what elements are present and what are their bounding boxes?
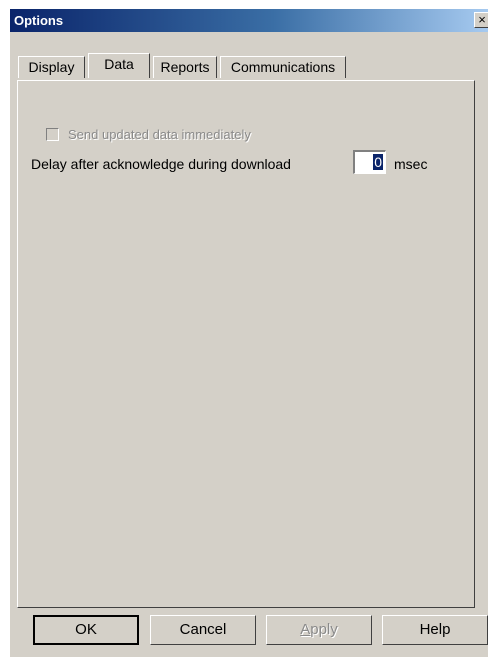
window-title: Options	[14, 13, 64, 28]
apply-accelerator: A	[300, 621, 311, 638]
send-immediately-label: Send updated data immediately	[68, 127, 251, 142]
delay-unit-label: msec	[394, 156, 428, 172]
tab-communications[interactable]: Communications	[220, 56, 346, 78]
delay-input[interactable]: 0	[353, 150, 386, 174]
send-immediately-checkbox[interactable]	[46, 128, 59, 141]
delay-value: 0	[373, 154, 383, 170]
title-bar[interactable]: Options ×	[10, 9, 488, 32]
close-icon[interactable]: ×	[474, 12, 488, 28]
tab-display[interactable]: Display	[18, 56, 85, 78]
help-button[interactable]: Help	[382, 615, 488, 645]
tab-reports[interactable]: Reports	[153, 56, 217, 78]
data-tab-panel: Send updated data immediately Delay afte…	[17, 80, 475, 608]
apply-button[interactable]: Apply	[266, 615, 372, 645]
apply-label-rest: pply	[310, 621, 338, 638]
ok-button[interactable]: OK	[33, 615, 139, 645]
delay-label: Delay after acknowledge during download	[31, 156, 291, 172]
tab-data[interactable]: Data	[88, 53, 150, 78]
options-dialog: Options × Display Data Reports Communica…	[10, 9, 488, 657]
cancel-button[interactable]: Cancel	[150, 615, 256, 645]
